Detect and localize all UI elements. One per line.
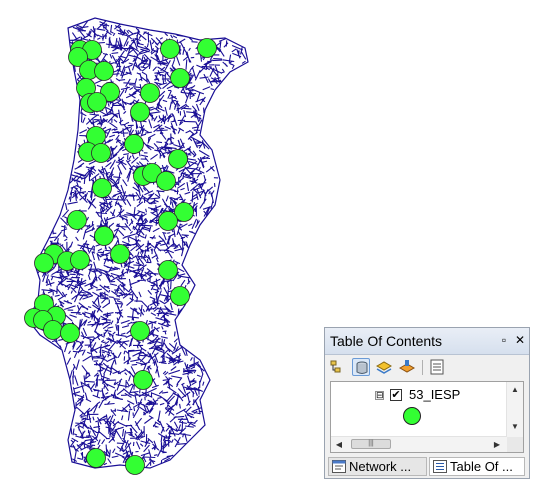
table-of-contents-icon (433, 460, 447, 473)
network-dataset-icon (332, 460, 346, 473)
pin-icon[interactable]: ▫ (497, 333, 511, 347)
iesp-point[interactable] (160, 39, 180, 59)
vertical-scrollbar[interactable]: ▲ ▼ (506, 382, 523, 438)
scroll-left-icon[interactable]: ◀ (331, 440, 347, 449)
iesp-point[interactable] (168, 149, 188, 169)
list-by-source-icon[interactable] (352, 358, 370, 376)
iesp-point[interactable] (110, 244, 130, 264)
horizontal-scroll-thumb[interactable]: ||| (351, 439, 391, 449)
scrollbar-corner (507, 437, 523, 452)
tab-network-label: Network ... (349, 459, 412, 474)
iesp-point[interactable] (94, 61, 114, 81)
toolbar-separator (422, 360, 423, 375)
iesp-point[interactable] (86, 448, 106, 468)
list-by-visibility-icon[interactable] (375, 358, 393, 376)
iesp-point[interactable] (70, 250, 90, 270)
scroll-down-icon[interactable]: ▼ (507, 422, 523, 431)
tab-table-of-contents[interactable]: Table Of ... (429, 457, 525, 476)
list-by-selection-icon[interactable] (398, 358, 416, 376)
iesp-point[interactable] (67, 210, 87, 230)
options-icon[interactable] (428, 358, 446, 376)
iesp-point[interactable] (130, 102, 150, 122)
collapse-layer-button[interactable]: ⊟ (375, 391, 384, 400)
iesp-point[interactable] (158, 260, 178, 280)
scroll-up-icon[interactable]: ▲ (507, 385, 523, 394)
road-network-lines (30, 20, 247, 468)
iesp-point[interactable] (92, 178, 112, 198)
toc-title: Table Of Contents (330, 333, 443, 349)
iesp-point[interactable] (170, 68, 190, 88)
list-by-drawing-order-icon[interactable] (329, 358, 347, 376)
tab-network[interactable]: Network ... (328, 457, 427, 476)
iesp-point[interactable] (130, 321, 150, 341)
iesp-point[interactable] (197, 38, 217, 58)
toc-toolbar (325, 355, 529, 379)
iesp-point[interactable] (94, 226, 114, 246)
iesp-point[interactable] (158, 211, 178, 231)
iesp-point[interactable] (91, 143, 111, 163)
layer-name[interactable]: 53_IESP (409, 387, 460, 402)
scroll-right-icon[interactable]: ▶ (489, 440, 505, 449)
close-icon[interactable]: ✕ (513, 333, 527, 347)
point-symbol-icon[interactable] (403, 407, 421, 425)
map-canvas[interactable] (0, 0, 320, 495)
toc-layer-list[interactable]: ⊟ ✔ 53_IESP ▲ ▼ ◀ ||| ▶ (330, 381, 524, 453)
iesp-point[interactable] (133, 370, 153, 390)
iesp-point[interactable] (124, 134, 144, 154)
table-of-contents-window: Table Of Contents ▫ ✕ ⊟ ✔ 53_IESP ▲ ▼ ◀ … (324, 327, 530, 479)
iesp-point[interactable] (87, 92, 107, 112)
dock-tabs: Network ... Table Of ... (325, 455, 529, 478)
layer-visibility-checkbox[interactable]: ✔ (390, 389, 402, 401)
iesp-point[interactable] (170, 286, 190, 306)
iesp-point[interactable] (140, 83, 160, 103)
iesp-point[interactable] (125, 455, 145, 475)
iesp-point[interactable] (156, 171, 176, 191)
horizontal-scrollbar[interactable]: ◀ ||| ▶ (331, 436, 507, 452)
road-network-layer (27, 17, 249, 469)
iesp-point[interactable] (60, 323, 80, 343)
tab-table-of-contents-label: Table Of ... (450, 459, 513, 474)
iesp-point[interactable] (43, 320, 63, 340)
toc-title-bar[interactable]: Table Of Contents ▫ ✕ (325, 328, 529, 355)
iesp-point[interactable] (34, 253, 54, 273)
